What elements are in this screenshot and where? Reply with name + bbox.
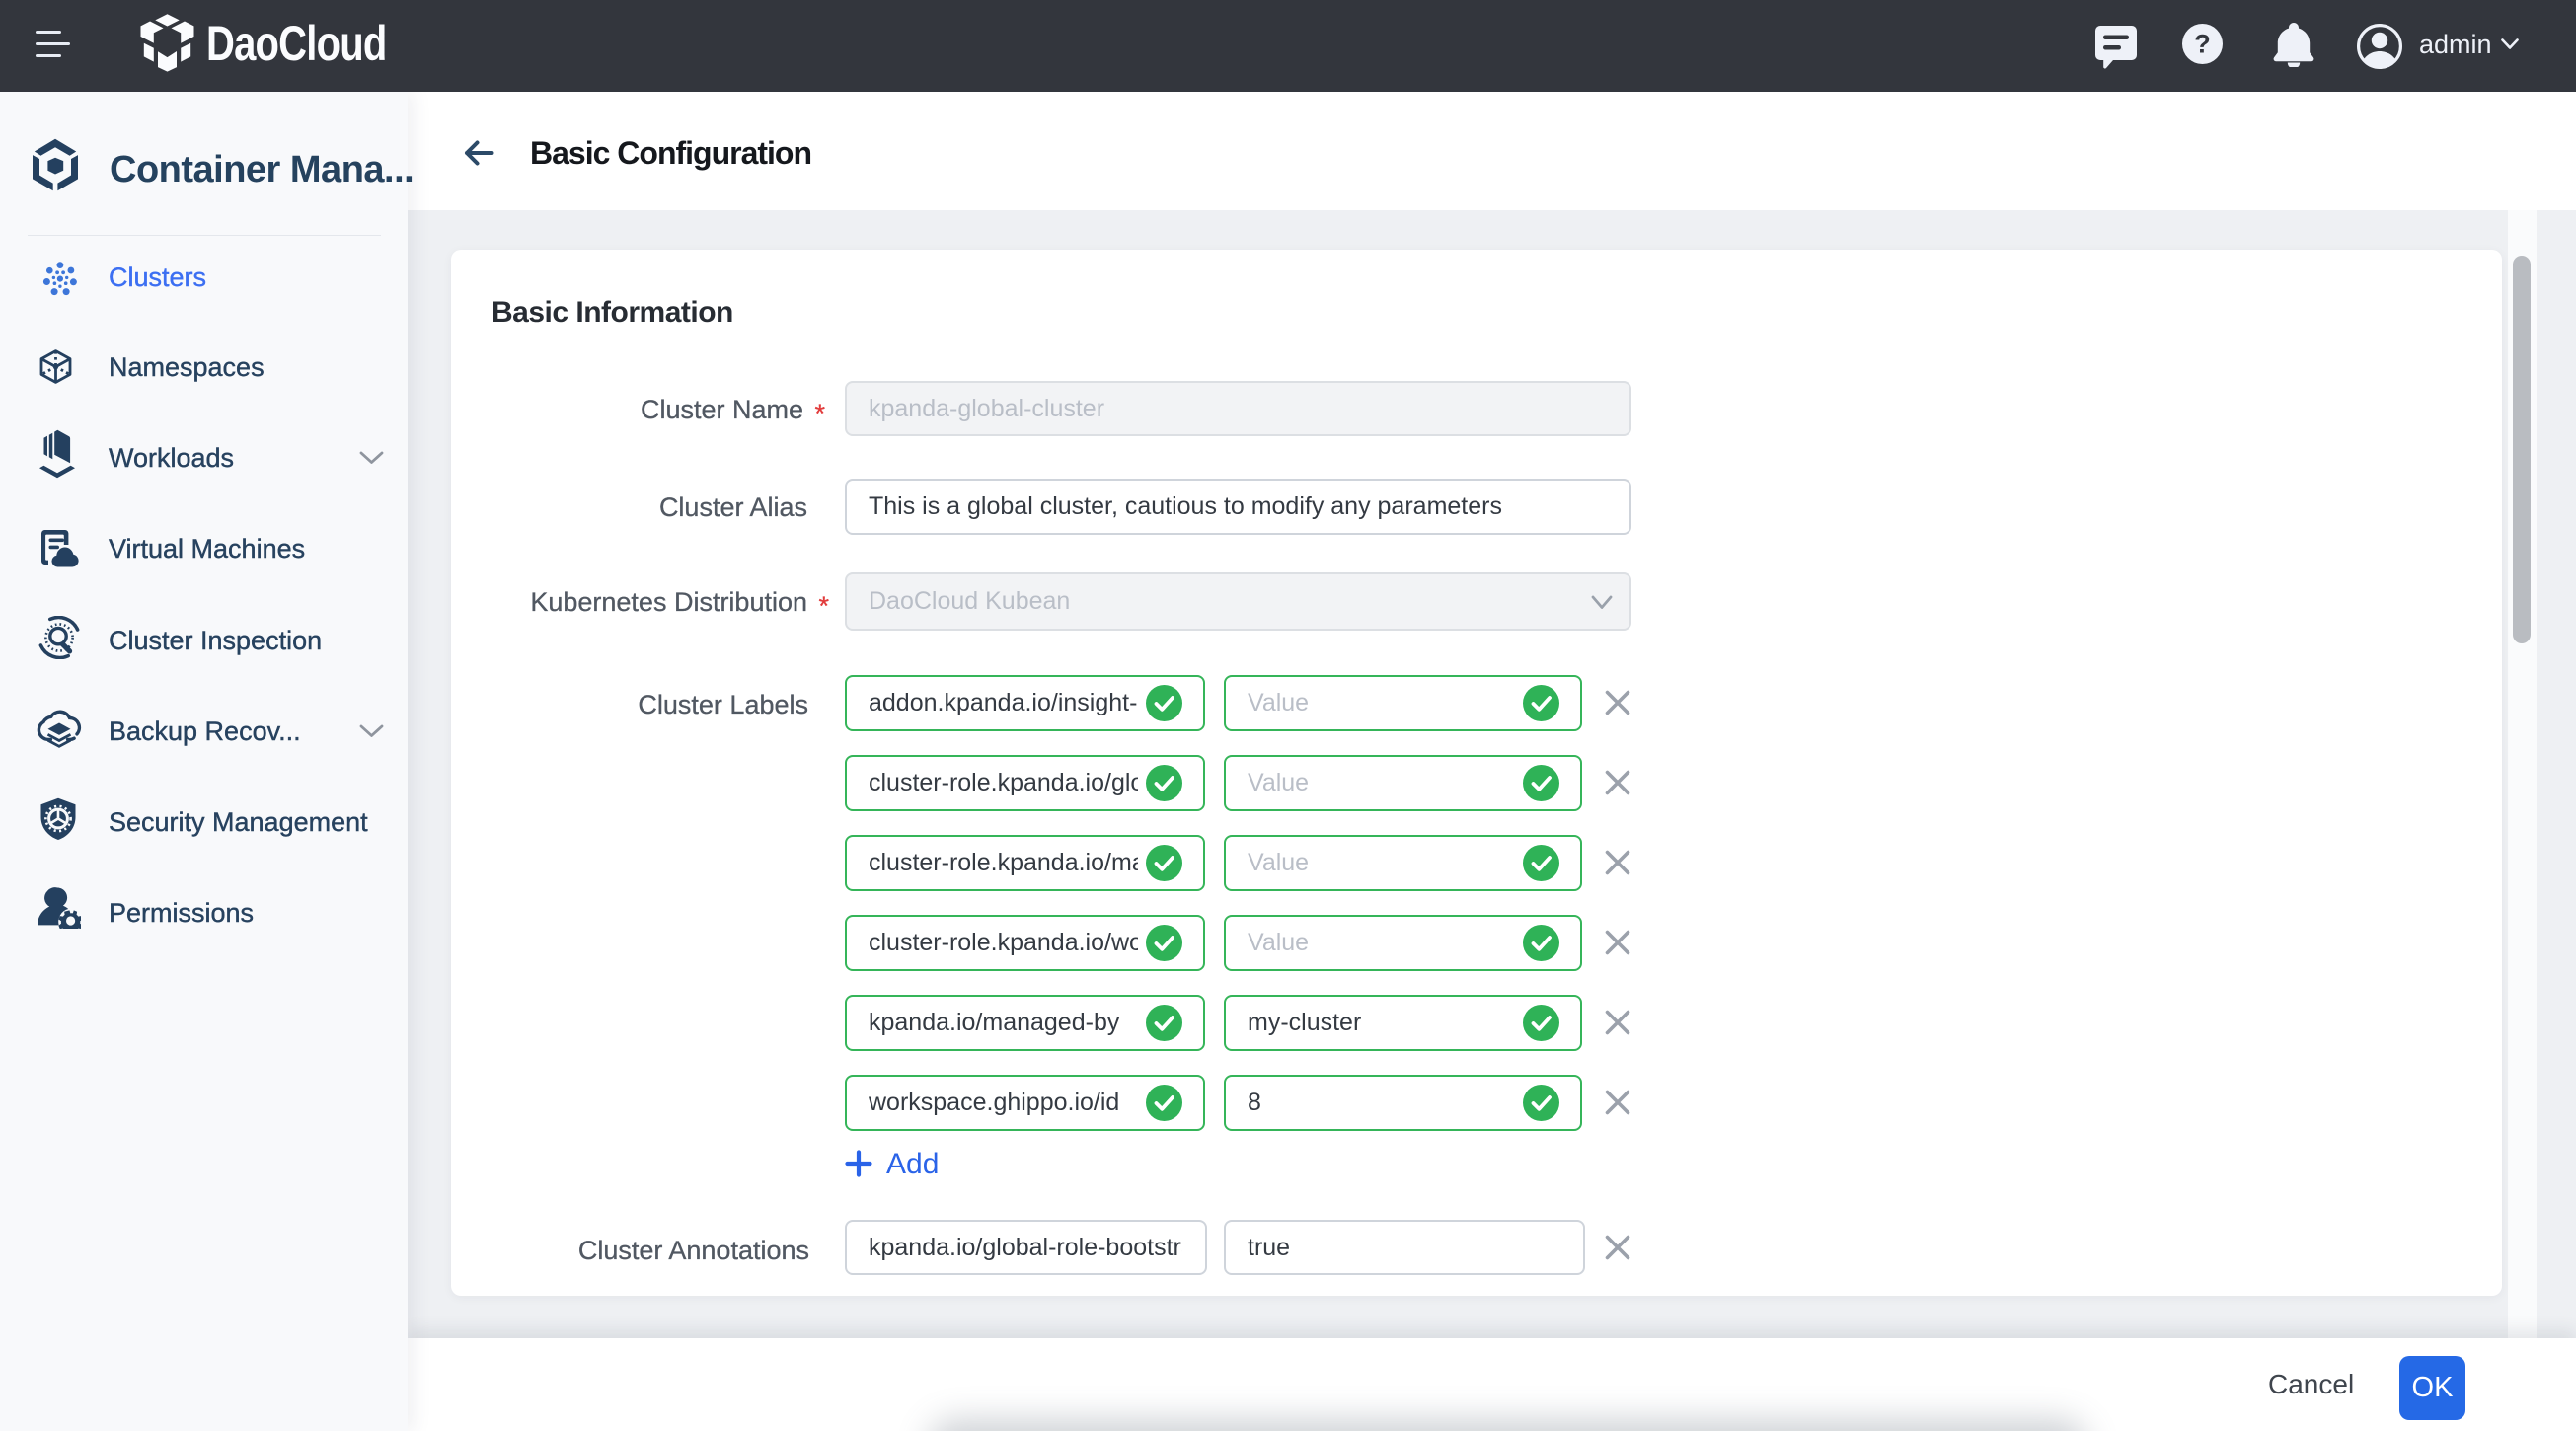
svg-text:?: ? (2194, 30, 2211, 59)
